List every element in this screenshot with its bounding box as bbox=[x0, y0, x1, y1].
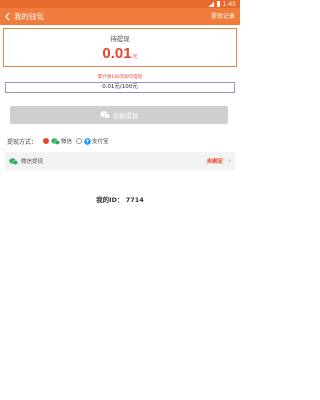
title-bar: 我的钱包 提现记录 bbox=[0, 8, 240, 25]
payment-method-row: 提现方式： 微信 支付宝 bbox=[7, 136, 113, 146]
chevron-right-icon: › bbox=[228, 157, 231, 165]
battery-icon bbox=[216, 1, 220, 7]
bind-row-label: 微信提现 bbox=[21, 159, 44, 165]
signal-icon bbox=[207, 1, 214, 7]
bind-status: 未绑定 bbox=[206, 159, 223, 165]
withdraw-all-button[interactable]: 全额提现 bbox=[10, 106, 228, 124]
radio-selected-icon bbox=[43, 138, 50, 144]
payment-option-label: 微信 bbox=[61, 139, 73, 145]
withdraw-history-link[interactable]: 提现记录 bbox=[211, 8, 235, 25]
status-time: 1:45 bbox=[222, 0, 236, 8]
amount-value: 0.01 bbox=[102, 45, 132, 62]
withdraw-all-label: 全额提现 bbox=[112, 112, 139, 120]
progress-bar: 0.01元/100元 bbox=[5, 82, 235, 93]
wechat-icon bbox=[9, 157, 18, 165]
page-title: 我的钱包 bbox=[14, 12, 44, 21]
my-id: 我的ID： 7714 bbox=[96, 196, 144, 204]
wechat-icon bbox=[99, 111, 110, 119]
payment-method-label: 提现方式： bbox=[7, 138, 38, 146]
payment-option-label: 支付宝 bbox=[92, 139, 109, 145]
radio-unselected-icon bbox=[76, 138, 83, 144]
pending-label: 待提现 bbox=[110, 35, 130, 43]
payment-option-alipay[interactable]: 支付宝 bbox=[76, 137, 109, 145]
pending-amount: 0.01元 bbox=[4, 45, 236, 62]
amount-unit: 元 bbox=[132, 54, 138, 60]
wechat-icon bbox=[51, 137, 61, 145]
balance-card: 待提现 0.01元 bbox=[3, 28, 237, 67]
progress-text: 0.01元/100元 bbox=[102, 84, 138, 90]
status-indicators: 1:45 bbox=[207, 0, 236, 8]
back-arrow-icon[interactable] bbox=[0, 8, 14, 25]
wechat-bind-row[interactable]: 微信提现 未绑定 › bbox=[5, 152, 235, 170]
alipay-icon bbox=[84, 137, 91, 145]
payment-option-wechat[interactable]: 微信 bbox=[43, 137, 72, 145]
status-bar: 1:45 bbox=[0, 0, 240, 8]
withdraw-hint: 累计领100元即可提现 bbox=[97, 75, 143, 80]
